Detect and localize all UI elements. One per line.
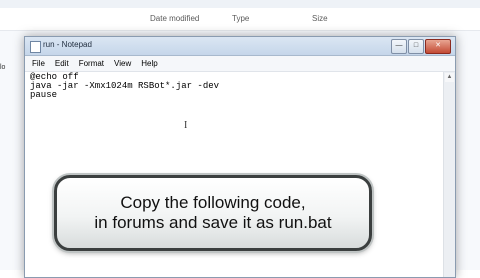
- explorer-nav-item[interactable]: lo: [0, 64, 5, 71]
- column-size[interactable]: Size: [312, 14, 328, 23]
- notepad-titlebar[interactable]: run - Notepad — □ ✕: [25, 37, 455, 56]
- menu-view[interactable]: View: [109, 56, 136, 71]
- explorer-column-headers: Date modified Type Size: [0, 8, 480, 31]
- text-cursor-icon: I: [184, 120, 188, 131]
- close-button[interactable]: ✕: [425, 39, 451, 54]
- menu-bar: File Edit Format View Help: [25, 56, 455, 72]
- vertical-scrollbar[interactable]: ▲: [443, 72, 455, 277]
- caption-line-1: Copy the following code,: [120, 193, 306, 212]
- code-line: pause: [30, 90, 58, 100]
- menu-edit[interactable]: Edit: [50, 56, 74, 71]
- maximize-button[interactable]: □: [408, 39, 424, 54]
- minimize-button[interactable]: —: [391, 39, 407, 54]
- menu-file[interactable]: File: [27, 56, 50, 71]
- tutorial-caption: Copy the following code, in forums and s…: [54, 175, 372, 251]
- window-title: run - Notepad: [43, 40, 92, 49]
- scroll-up-arrow-icon[interactable]: ▲: [445, 73, 454, 82]
- menu-format[interactable]: Format: [74, 56, 109, 71]
- caption-line-2: in forums and save it as run.bat: [94, 213, 332, 232]
- column-type[interactable]: Type: [232, 14, 249, 23]
- code-line: java -jar -Xmx1024m RSBot*.jar -dev: [30, 81, 220, 91]
- menu-help[interactable]: Help: [136, 56, 162, 71]
- window-controls: — □ ✕: [391, 39, 451, 54]
- column-date-modified[interactable]: Date modified: [150, 14, 199, 23]
- notepad-app-icon[interactable]: [30, 41, 41, 53]
